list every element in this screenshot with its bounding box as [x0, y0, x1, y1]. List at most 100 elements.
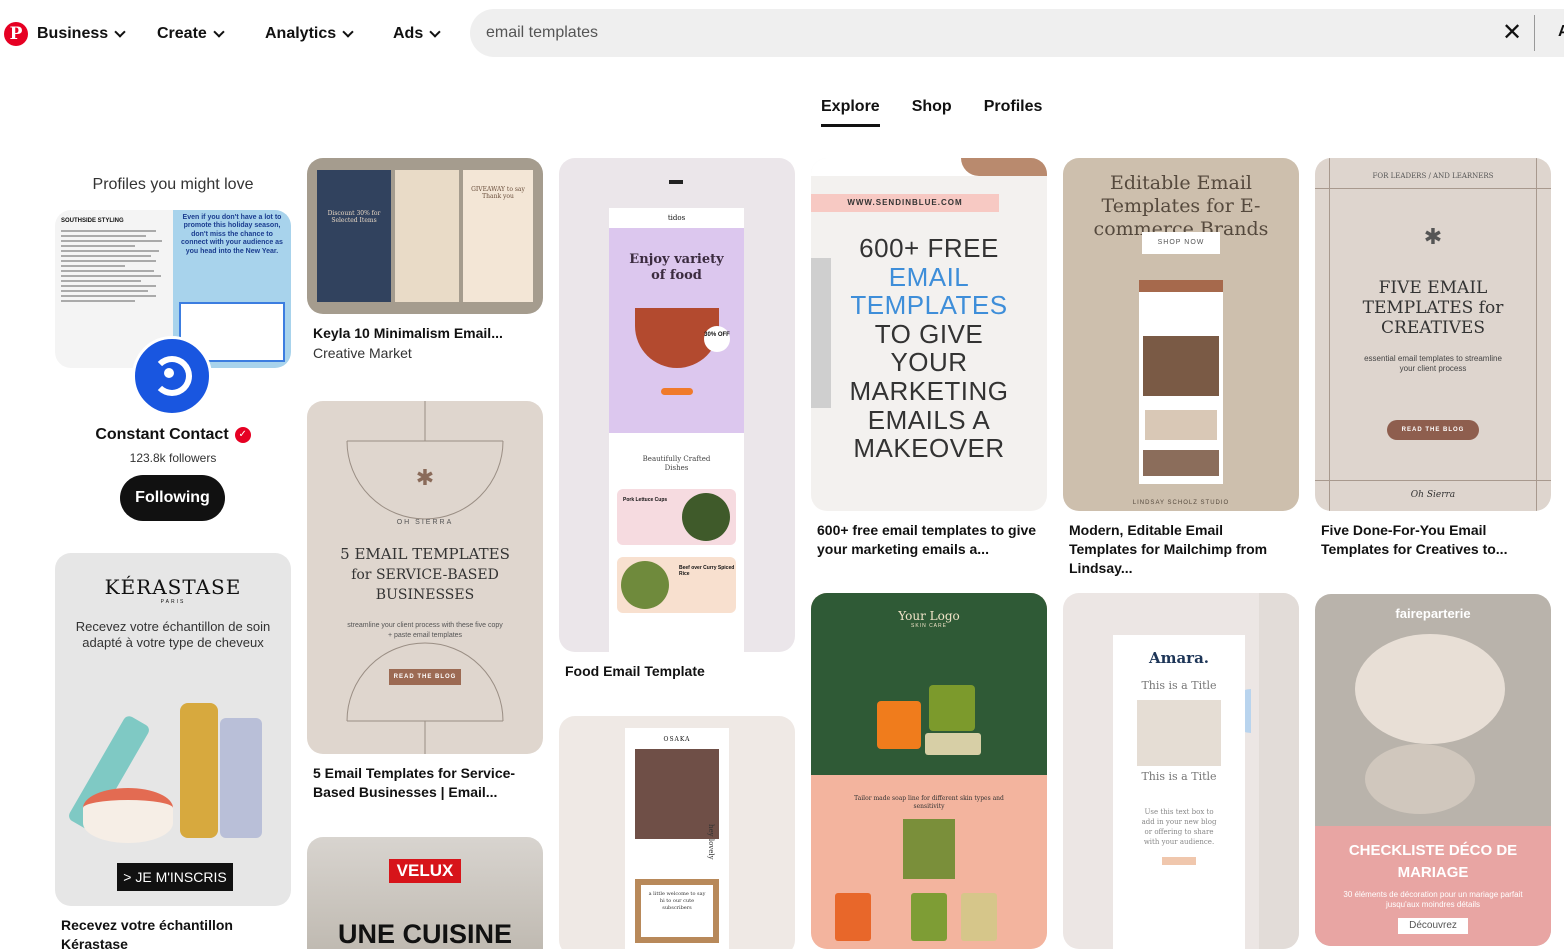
verified-check-icon: ✓: [234, 427, 251, 443]
chevron-down-icon: [213, 25, 225, 38]
pin-source[interactable]: Creative Market: [307, 345, 543, 361]
nav-analytics[interactable]: Analytics: [265, 22, 354, 46]
pin-card[interactable]: OSAKA hey lovely a little welcome to say…: [559, 716, 795, 949]
pin-brand-city: PARIS: [160, 599, 186, 605]
headline-line: MAKEOVER: [853, 433, 1005, 464]
pin-text: Recevez votre échantillon de soin adapté…: [75, 619, 271, 650]
email-title: This is a Title: [1141, 679, 1217, 692]
headline-line: EMAILS A: [867, 404, 991, 435]
pin-cta: Découvrez: [1398, 918, 1468, 934]
email-logo: Your Logo: [898, 609, 960, 623]
email-logo: tidos: [667, 214, 686, 222]
pin-heading: UNE CUISINE: [337, 919, 513, 949]
nav-ads[interactable]: Ads: [393, 22, 441, 46]
pin-card[interactable]: WWW.SENDINBLUE.COM 600+ FREE EMAIL TEMPL…: [811, 158, 1047, 559]
soap-bar: [961, 893, 997, 941]
preview-text: Discount 30% for Selected Items: [327, 210, 381, 224]
pin-image: Amara. This is a Title This is a Title U…: [1063, 593, 1299, 949]
profile-name[interactable]: Constant Contact ✓: [55, 426, 291, 444]
email-body: Use this text box to add in your new blo…: [1141, 808, 1217, 846]
pin-footer: LINDSAY SCHOLZ STUDIO: [1132, 500, 1230, 506]
email-button: [1162, 857, 1196, 865]
frame-line: [1315, 188, 1551, 189]
close-icon[interactable]: ✕: [1500, 21, 1524, 45]
pin-brand: faireparterie: [1395, 606, 1471, 621]
headline-line: 600+ FREE: [859, 233, 999, 263]
pin-card[interactable]: KÉRASTASE PARIS Recevez votre échantillo…: [55, 553, 291, 949]
headline-line: MARKETING: [849, 375, 1009, 406]
pin-card[interactable]: Discount 30% for Selected Items GIVEAWAY…: [307, 158, 543, 361]
header: P Business Create Analytics Ads ✕ A: [0, 0, 1564, 68]
email-preview: [1139, 280, 1223, 484]
headline-line: TO GIVE: [874, 318, 984, 349]
headline-line: EMAIL: [888, 261, 970, 292]
pin-card[interactable]: faireparterie CHECKLISTE DÉCO DE MARIAGE…: [1315, 594, 1551, 946]
pin-card[interactable]: Your Logo SKIN CARE Tailor made soap lin…: [811, 593, 1047, 949]
search-divider: [1534, 15, 1535, 51]
pin-image: faireparterie CHECKLISTE DÉCO DE MARIAGE…: [1315, 594, 1551, 946]
pin-card[interactable]: ✱ OH SIERRA 5 EMAIL TEMPLATES for SERVIC…: [307, 401, 543, 802]
order-button: [661, 388, 693, 395]
following-button[interactable]: Following: [120, 475, 225, 521]
soap-bar: [877, 701, 921, 749]
soap-stack: [903, 819, 955, 879]
pin-footer: Oh Sierra: [1410, 490, 1456, 500]
pin-cta: > JE M'INSCRIS: [117, 863, 233, 891]
email-subheading: Beautifully Crafted Dishes: [642, 455, 711, 472]
glasses-decoration: [961, 158, 1047, 176]
constant-contact-logo-icon: [152, 356, 192, 396]
email-brand: OSAKA: [663, 736, 691, 743]
email-frame-text: a little welcome to say hi to our cute s…: [648, 891, 706, 911]
pin-card[interactable]: FOR LEADERS / AND LEARNERS ✱ FIVE EMAIL …: [1315, 158, 1551, 559]
discount-badge: 30% OFF: [704, 326, 730, 352]
search-input[interactable]: [486, 9, 1386, 57]
pin-subtext: streamline your client process with thes…: [347, 622, 503, 639]
pin-heading-2: for SERVICE-BASED BUSINESSES: [351, 567, 499, 603]
pin-subtext: essential email templates to streamline …: [1364, 354, 1502, 373]
nav-business-label: Business: [37, 25, 109, 42]
nav-create[interactable]: Create: [157, 22, 225, 46]
pin-title: 600+ free email templates to give your m…: [817, 522, 1037, 557]
tab-explore[interactable]: Explore: [821, 98, 880, 127]
pin-headline: 600+ FREE EMAIL TEMPLATES TO GIVE YOUR M…: [835, 234, 1023, 463]
pin-card[interactable]: tidos Enjoy variety of food 30% OFF Beau…: [559, 158, 795, 681]
avatar[interactable]: [132, 336, 212, 416]
frame-line: [1315, 480, 1551, 481]
pin-title: Keyla 10 Minimalism Email...: [313, 325, 503, 341]
email-title: This is a Title: [1141, 770, 1217, 783]
pin-card[interactable]: Amara. This is a Title This is a Title U…: [1063, 593, 1299, 949]
palm-icon: ✱: [415, 465, 435, 490]
pin-title: Five Done-For-You Email Templates for Cr…: [1321, 522, 1508, 557]
nav-create-label: Create: [157, 25, 207, 42]
pin-image: WWW.SENDINBLUE.COM 600+ FREE EMAIL TEMPL…: [811, 158, 1047, 511]
pin-card[interactable]: Editable Email Templates for E-commerce …: [1063, 158, 1299, 578]
collage-left-heading: SOUTHSIDE STYLING: [61, 218, 124, 224]
email-header-bar: [1139, 280, 1223, 292]
email-hero: Enjoy variety of food 30% OFF: [609, 228, 744, 433]
profiles-title: Profiles you might love: [92, 176, 254, 193]
tab-shop[interactable]: Shop: [912, 98, 952, 124]
menu-item: Pork Lettuce Cups: [617, 489, 736, 545]
pin-banner: CHECKLISTE DÉCO DE MARIAGE 30 éléments d…: [1315, 826, 1551, 946]
pin-subtext: 30 éléments de décoration pour un mariag…: [1343, 890, 1523, 909]
chevron-down-icon: [429, 25, 441, 38]
email-frame: a little welcome to say hi to our cute s…: [635, 879, 719, 943]
pin-heading: Editable Email Templates for E-commerce …: [1093, 172, 1269, 240]
pin-url: WWW.SENDINBLUE.COM: [811, 194, 999, 212]
nav-business[interactable]: Business: [37, 22, 126, 46]
pin-cta: READ THE BLOG: [1387, 420, 1479, 440]
profile-followers: 123.8k followers: [129, 451, 217, 465]
pin-card[interactable]: VELUX UNE CUISINE: [307, 837, 543, 949]
velux-logo: VELUX: [389, 859, 461, 883]
nav-ads-label: Ads: [393, 25, 424, 42]
email-hero: Your Logo SKIN CARE: [811, 593, 1047, 775]
tab-profiles[interactable]: Profiles: [984, 98, 1043, 124]
pin-cta: READ THE BLOG: [389, 669, 461, 685]
pin-image: Your Logo SKIN CARE Tailor made soap lin…: [811, 593, 1047, 949]
email-preview: OSAKA hey lovely a little welcome to say…: [625, 728, 729, 949]
food-plate: [621, 561, 669, 609]
food-plate: [682, 493, 730, 541]
pinterest-logo-icon[interactable]: P: [4, 22, 28, 46]
pin-title: Recevez votre échantillon Kérastase: [61, 917, 233, 949]
profile-name-text: Constant Contact: [95, 426, 229, 443]
